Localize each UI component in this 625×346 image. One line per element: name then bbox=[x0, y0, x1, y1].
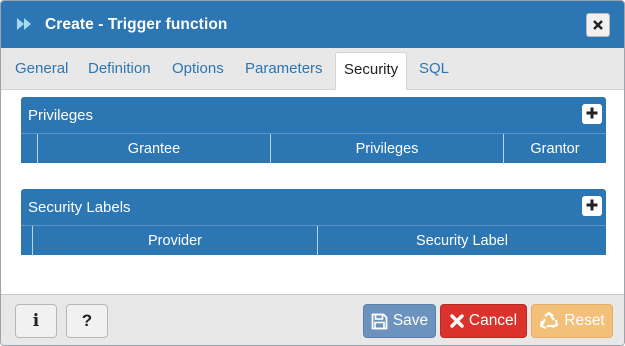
dialog-footer: i ? Save Cancel Reset bbox=[1, 294, 624, 345]
help-button[interactable]: ? bbox=[66, 304, 108, 338]
add-privilege-button[interactable] bbox=[582, 104, 602, 124]
security-labels-title: Security Labels bbox=[28, 199, 131, 216]
security-labels-column-header: Provider Security Label bbox=[21, 225, 606, 256]
tab-parameters[interactable]: Parameters bbox=[245, 60, 323, 77]
add-security-label-button[interactable] bbox=[582, 196, 602, 216]
save-label: Save bbox=[392, 312, 429, 329]
close-button[interactable] bbox=[586, 13, 610, 37]
privileges-panel: Privileges Grantee Privileges Grantor bbox=[21, 97, 606, 164]
recycle-icon bbox=[539, 311, 559, 331]
tab-general[interactable]: General bbox=[15, 60, 68, 77]
close-icon bbox=[593, 17, 603, 33]
create-trigger-function-dialog: Create - Trigger function General Defini… bbox=[0, 0, 625, 346]
help-icon: ? bbox=[81, 311, 93, 330]
x-icon bbox=[450, 314, 464, 328]
tab-bar: General Definition Options Parameters Se… bbox=[1, 48, 624, 90]
tab-sql[interactable]: SQL bbox=[419, 60, 449, 77]
privileges-title: Privileges bbox=[28, 107, 94, 124]
info-button[interactable]: i bbox=[15, 304, 57, 338]
reset-button[interactable]: Reset bbox=[531, 304, 613, 338]
dialog-title: Create - Trigger function bbox=[45, 16, 228, 33]
column-provider: Provider bbox=[32, 226, 317, 256]
tab-content: Privileges Grantee Privileges Grantor Se… bbox=[1, 90, 624, 294]
privileges-column-header: Grantee Privileges Grantor bbox=[21, 133, 606, 164]
tab-security[interactable]: Security bbox=[335, 52, 408, 90]
dialog-titlebar[interactable]: Create - Trigger function bbox=[1, 1, 624, 48]
column-privileges: Privileges bbox=[270, 134, 503, 164]
cancel-button[interactable]: Cancel bbox=[440, 304, 527, 338]
security-labels-panel: Security Labels Provider Security Label bbox=[21, 189, 606, 256]
floppy-disk-icon bbox=[371, 313, 388, 330]
column-security-label: Security Label bbox=[317, 226, 606, 256]
plus-icon bbox=[586, 106, 598, 122]
privileges-header: Privileges bbox=[21, 97, 606, 133]
column-grantor: Grantor bbox=[503, 134, 606, 164]
plus-icon bbox=[586, 198, 598, 214]
reset-label: Reset bbox=[564, 312, 605, 329]
tab-options[interactable]: Options bbox=[172, 60, 224, 77]
column-grantee: Grantee bbox=[37, 134, 270, 164]
fast-forward-icon bbox=[15, 14, 35, 34]
security-labels-header: Security Labels bbox=[21, 189, 606, 225]
cancel-label: Cancel bbox=[468, 312, 518, 329]
tab-definition[interactable]: Definition bbox=[88, 60, 151, 77]
save-button[interactable]: Save bbox=[363, 304, 436, 338]
info-icon: i bbox=[32, 311, 40, 331]
